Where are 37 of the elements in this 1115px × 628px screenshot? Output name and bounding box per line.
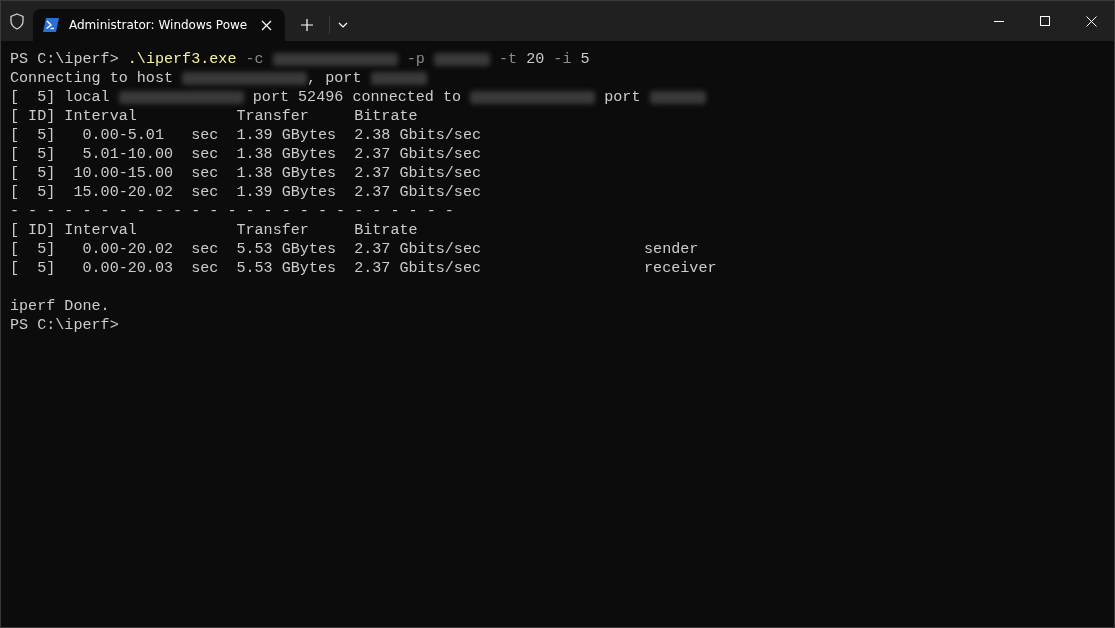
terminal-text: PS C:\iperf> (10, 50, 120, 69)
blurred-text (370, 72, 427, 85)
blurred-text (649, 91, 706, 104)
terminal-text: - - - - - - - - - - - - - - - - - - - - - - - - - (10, 202, 454, 221)
chevron-down-icon (338, 22, 349, 28)
terminal-text: -c (244, 50, 265, 69)
terminal-text: [ 5] local (10, 88, 111, 107)
terminal-tab[interactable]: Administrator: Windows Powe (33, 9, 286, 41)
powershell-icon (43, 18, 59, 32)
terminal-text: .\iperf3.exe (127, 50, 237, 69)
terminal-text: , port (307, 69, 363, 88)
terminal-text: port (603, 88, 642, 107)
terminal-text: PS C:\iperf> (10, 316, 119, 335)
terminal-text: [ 5] 5.01-10.00 sec 1.38 GBytes 2.37 Gbits/sec (10, 145, 481, 164)
terminal-text: -p (405, 50, 426, 69)
plus-icon (301, 19, 314, 31)
terminal-text: [ 5] 0.00-20.02 sec 5.53 GBytes 2.37 Gbits/sec sender (10, 240, 699, 259)
terminal-text: [ ID] Interval Transfer Bitrate (10, 107, 418, 126)
terminal-text: [ 5] 0.00-20.03 sec 5.53 GBytes 2.37 Gbits/sec receiver (10, 259, 717, 278)
terminal-text: -i (552, 50, 573, 69)
tab-title: Administrator: Windows Powe (69, 18, 248, 32)
terminal-text: Connecting to host (10, 69, 175, 88)
terminal-text: iperf Done. (10, 297, 110, 316)
terminal-text: 20 (526, 50, 545, 69)
terminal-text: 5 (580, 50, 590, 69)
blurred-text (433, 53, 490, 66)
minimize-icon (994, 20, 1004, 22)
maximize-icon (1040, 16, 1050, 26)
terminal-text: [ 5] 10.00-15.00 sec 1.38 GBytes 2.37 Gbits/sec (10, 164, 481, 183)
close-icon (260, 19, 272, 31)
shield-icon (9, 12, 25, 30)
terminal-text: [ 5] 0.00-5.01 sec 1.39 GBytes 2.38 Gbits/sec (10, 126, 481, 145)
terminal-text: port 52496 connected to (251, 88, 463, 107)
terminal-text: [ 5] 15.00-20.02 sec 1.39 GBytes 2.37 Gbits/sec (10, 183, 481, 202)
terminal-text: [ ID] Interval Transfer Bitrate (10, 221, 418, 240)
terminal-text: -t (498, 50, 519, 69)
close-icon (1085, 15, 1097, 27)
